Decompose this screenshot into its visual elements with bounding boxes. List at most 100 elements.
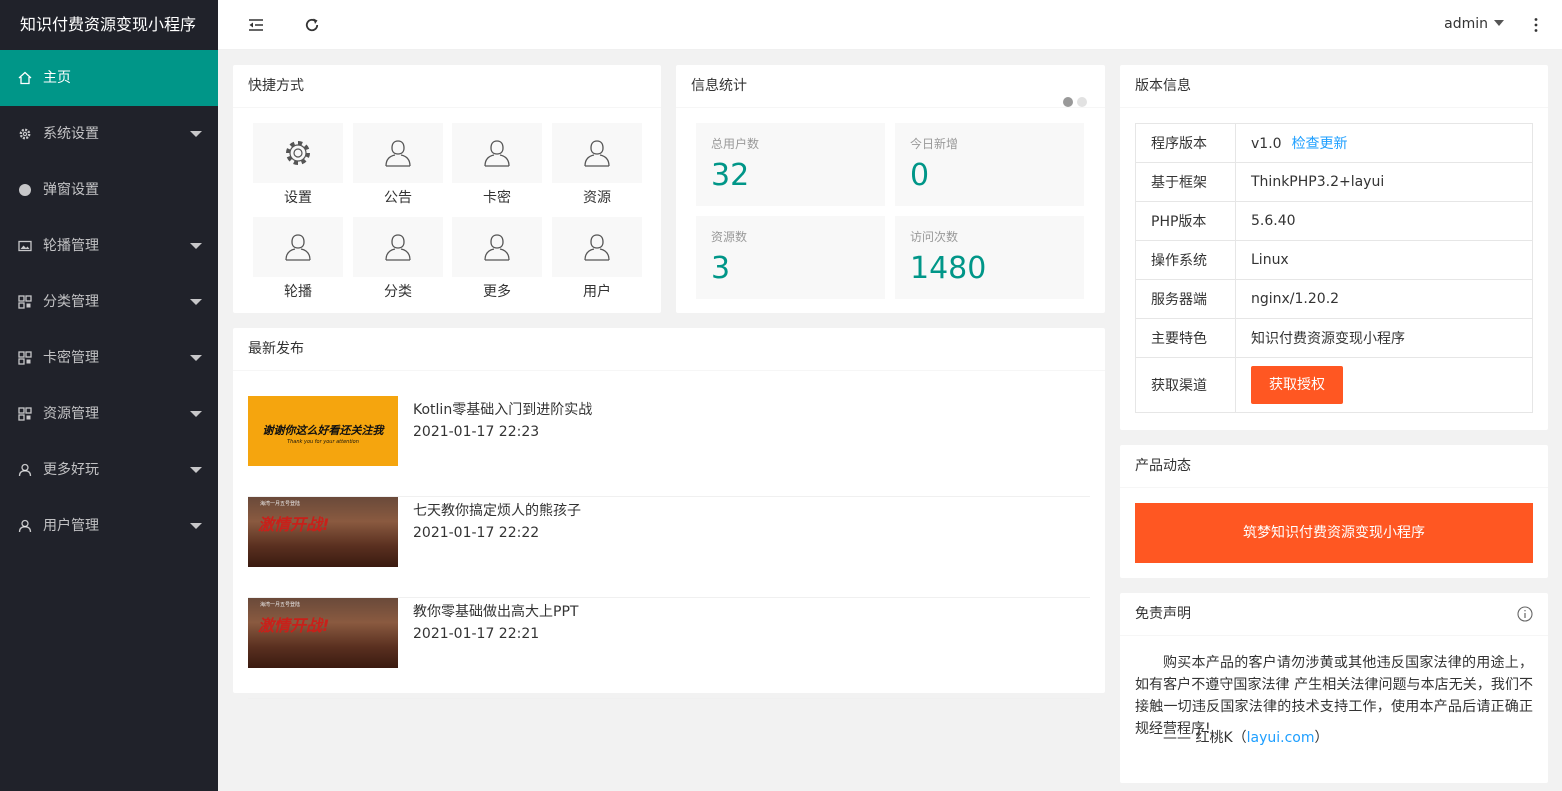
stat-value: 3	[711, 251, 731, 286]
shortcut-card-keys[interactable]: 卡密	[452, 123, 542, 213]
stat-label: 访问次数	[910, 230, 959, 244]
shortcut-notice[interactable]: 公告	[353, 123, 443, 213]
signature-text: —— 红桃K（	[1163, 730, 1247, 746]
shortcut-users[interactable]: 用户	[552, 217, 642, 307]
thumbnail-subcaption: 海湾一月五号登陆	[260, 501, 301, 507]
sidebar-item-popup-settings[interactable]: 弹窗设置	[0, 162, 218, 218]
sidebar-item-users[interactable]: 用户管理	[0, 498, 218, 554]
gear-icon	[19, 128, 31, 140]
get-license-button[interactable]: 获取授权	[1251, 366, 1343, 404]
carousel-dot-2[interactable]	[1077, 97, 1087, 107]
stat-label: 今日新增	[910, 137, 959, 151]
image-icon	[18, 240, 32, 252]
user-icon	[385, 234, 411, 261]
sidebar-item-label: 系统设置	[43, 126, 99, 142]
card-title: 产品动态	[1120, 445, 1548, 488]
shortcut-tile	[452, 123, 542, 183]
shortcut-label: 更多	[483, 284, 511, 300]
post-thumbnail: 谢谢你这么好看还关注我 Thank you for your attention	[248, 396, 398, 466]
card-title: 免责声明	[1120, 593, 1548, 636]
card-title-text: 信息统计	[691, 78, 747, 94]
version-value: v1.0	[1251, 136, 1282, 152]
table-key: PHP版本	[1135, 201, 1236, 241]
table-row: 服务器端 nginx/1.20.2	[1135, 279, 1533, 319]
shortcut-label: 卡密	[483, 190, 511, 206]
more-vertical-icon[interactable]	[1534, 17, 1538, 33]
shortcut-tile	[253, 217, 343, 277]
table-value: 获取授权	[1235, 357, 1533, 413]
shortcut-more[interactable]: 更多	[452, 217, 542, 307]
caret-down-icon	[1494, 20, 1504, 26]
caret-down-icon	[190, 131, 202, 137]
list-item[interactable]: 海湾一月五号登陆 激情开战! 教你零基础做出高大上PPT 2021-01-17 …	[248, 598, 1090, 699]
sidebar-item-label: 资源管理	[43, 406, 99, 422]
user-icon	[18, 519, 32, 533]
sidebar-item-home[interactable]: 主页	[0, 50, 218, 106]
thumbnail-caption: 激情开战!	[258, 515, 330, 534]
post-thumbnail: 海湾一月五号登陆 激情开战!	[248, 497, 398, 567]
table-value: ThinkPHP3.2+layui	[1235, 162, 1533, 202]
thumbnail-subcaption: Thank you for your attention	[287, 439, 359, 445]
stat-today-new[interactable]: 今日新增 0	[895, 123, 1084, 206]
card-title-text: 免责声明	[1135, 606, 1191, 622]
table-key: 获取渠道	[1135, 357, 1236, 413]
stat-value: 32	[711, 158, 750, 193]
shortcut-settings[interactable]: 设置	[253, 123, 343, 213]
latest-posts-card: 最新发布 谢谢你这么好看还关注我 Thank you for your atte…	[233, 328, 1105, 699]
table-value: Linux	[1235, 240, 1533, 280]
caret-down-icon	[190, 243, 202, 249]
version-info-card: 版本信息 程序版本 v1.0 检查更新 基于框架 ThinkPHP3.2+layu…	[1120, 65, 1548, 430]
shortcut-tile	[353, 123, 443, 183]
shortcut-label: 分类	[384, 284, 412, 300]
home-icon	[18, 71, 32, 85]
caret-down-icon	[190, 411, 202, 417]
sidebar-item-more-fun[interactable]: 更多好玩	[0, 442, 218, 498]
table-row: 获取渠道 获取授权	[1135, 357, 1533, 413]
shortcut-category[interactable]: 分类	[353, 217, 443, 307]
shortcut-label: 用户	[583, 284, 611, 300]
disclaimer-card: 免责声明 购买本产品的客户请勿涉黄或其他违反国家法律的用途上，如有客户不遵守国家…	[1120, 593, 1548, 783]
table-value: 知识付费资源变现小程序	[1235, 318, 1533, 358]
stat-label: 资源数	[711, 230, 748, 244]
user-menu[interactable]: admin	[1444, 16, 1504, 32]
sidebar-item-label: 分类管理	[43, 294, 99, 310]
sidebar-item-resources[interactable]: 资源管理	[0, 386, 218, 442]
shortcut-resources[interactable]: 资源	[552, 123, 642, 213]
user-icon	[385, 140, 411, 167]
user-icon	[584, 234, 610, 261]
shortcut-carousel[interactable]: 轮播	[253, 217, 343, 307]
post-title: Kotlin零基础入门到进阶实战	[413, 402, 593, 418]
user-icon	[484, 140, 510, 167]
shortcut-tile	[253, 123, 343, 183]
layui-link[interactable]: layui.com	[1247, 730, 1315, 746]
user-icon	[584, 140, 610, 167]
stat-total-users[interactable]: 总用户数 32	[696, 123, 885, 206]
table-key: 服务器端	[1135, 279, 1236, 319]
sidebar-item-carousel[interactable]: 轮播管理	[0, 218, 218, 274]
carousel-dot-1[interactable]	[1063, 97, 1073, 107]
table-key: 操作系统	[1135, 240, 1236, 280]
stat-visits[interactable]: 访问次数 1480	[895, 216, 1084, 299]
product-banner[interactable]: 筑梦知识付费资源变现小程序	[1135, 503, 1533, 563]
sidebar-item-system-settings[interactable]: 系统设置	[0, 106, 218, 162]
list-item[interactable]: 海湾一月五号登陆 激情开战! 七天教你搞定烦人的熊孩子 2021-01-17 2…	[248, 497, 1090, 598]
stat-resources[interactable]: 资源数 3	[696, 216, 885, 299]
app-grid-icon	[18, 351, 32, 365]
list-item[interactable]: 谢谢你这么好看还关注我 Thank you for your attention…	[248, 396, 1090, 497]
refresh-icon[interactable]	[304, 17, 320, 33]
shortcut-label: 公告	[384, 190, 412, 206]
post-date: 2021-01-17 22:22	[413, 525, 540, 541]
sidebar-item-category[interactable]: 分类管理	[0, 274, 218, 330]
shortcut-tile	[452, 217, 542, 277]
info-icon[interactable]	[1517, 606, 1533, 622]
app-grid-icon	[18, 407, 32, 421]
user-icon	[484, 234, 510, 261]
collapse-menu-icon[interactable]	[248, 17, 264, 33]
check-update-link[interactable]: 检查更新	[1292, 136, 1348, 152]
post-title: 教你零基础做出高大上PPT	[413, 604, 579, 620]
sidebar-item-label: 用户管理	[43, 518, 99, 534]
table-row: 操作系统 Linux	[1135, 240, 1533, 280]
sidebar-item-card-keys[interactable]: 卡密管理	[0, 330, 218, 386]
carousel-indicator	[1059, 82, 1087, 125]
table-row: 程序版本 v1.0 检查更新	[1135, 123, 1533, 163]
